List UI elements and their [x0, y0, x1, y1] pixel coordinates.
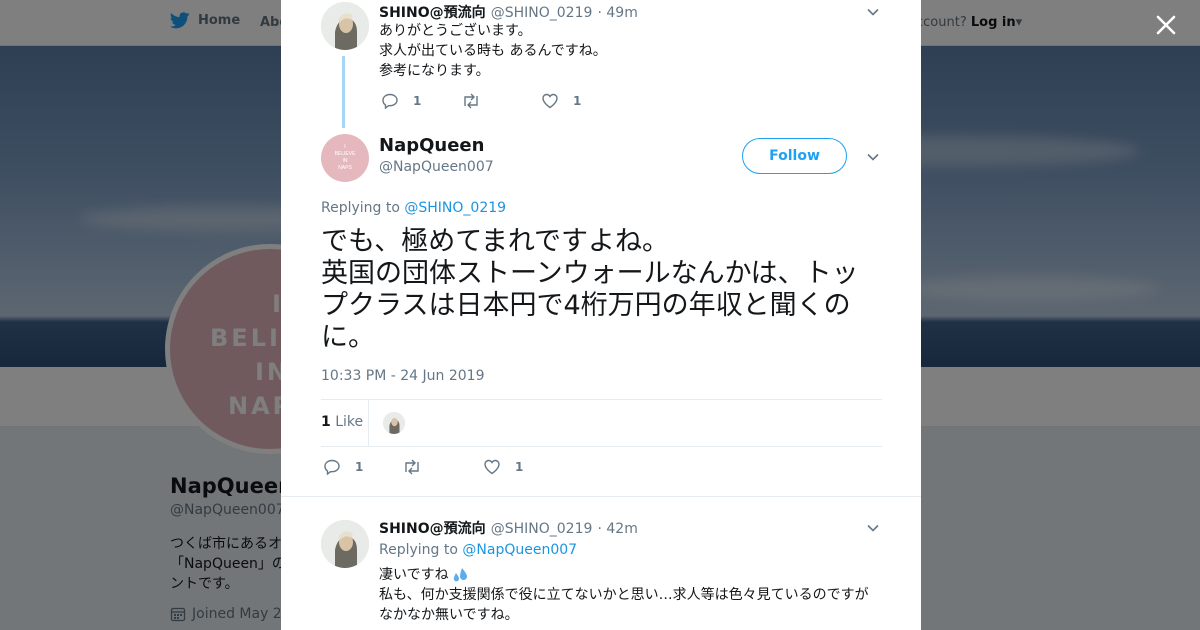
avatar-mini-text: NAPS [338, 165, 352, 171]
replying-to-link[interactable]: @SHINO_0219 [404, 200, 506, 216]
close-modal-button[interactable] [1152, 11, 1180, 39]
tweet-line: ありがとうございます。 [379, 23, 532, 39]
main-tweet-text: でも、極めてまれですよね。 英国の団体ストーンウォールなんかは、トッ プクラスは… [321, 226, 891, 354]
likes-count: 1 [321, 414, 331, 430]
tweet-stats: 1 Like [321, 399, 882, 447]
like-count: 1 [515, 460, 524, 474]
main-author-name[interactable]: NapQueen [379, 135, 484, 156]
heart-icon [484, 459, 500, 475]
chevron-down-icon[interactable] [866, 5, 880, 19]
likes-stat[interactable]: 1 Like [321, 414, 363, 430]
reply-tweet-text: 凄いですね 私も、何か支援関係で役に立てないかと思い…求人等は色々見ているのです… [379, 565, 869, 625]
replying-prefix: Replying to [321, 200, 400, 216]
reply-action[interactable]: 1 [381, 92, 421, 110]
tweet-line: 英国の団体ストーンウォールなんかは、トッ [321, 258, 859, 289]
replying-to: Replying to @SHINO_0219 [321, 200, 506, 216]
like-count: 1 [573, 94, 582, 108]
avatar-mini-text: IN [343, 158, 348, 164]
napqueen-avatar[interactable]: I BELIEVE IN NAPS [321, 134, 369, 182]
like-action[interactable]: 1 [483, 458, 523, 476]
retweet-action[interactable] [402, 458, 436, 476]
sweat-drops-emoji-icon [453, 568, 467, 582]
tweet-line: 私も、何か支援関係で役に立てないかと思い…求人等は色々見ているのですが [379, 587, 869, 603]
parent-tweet-text: ありがとうございます。 求人が出ている時も あるんですね。 参考になります。 [379, 21, 607, 81]
author-handle[interactable]: @SHINO_0219 [491, 521, 593, 537]
main-author-handle[interactable]: @NapQueen007 [379, 159, 494, 175]
retweet-icon [464, 93, 478, 109]
tweet-line: 求人が出ている時も あるんですね。 [379, 43, 607, 59]
replying-prefix: Replying to [379, 542, 458, 558]
author-handle[interactable]: @SHINO_0219 [491, 5, 593, 21]
tweet-line: なかなか無いですね。 [379, 607, 519, 623]
tweet-line: でも、極めてまれですよね。 [321, 226, 670, 257]
thread-connector-line [342, 56, 345, 128]
avatar-mini-text: I [344, 144, 345, 150]
author-name[interactable]: SHINO@預流向 [379, 5, 486, 21]
chevron-down-icon[interactable] [866, 150, 880, 164]
reply-replying-to: Replying to @NapQueen007 [379, 542, 577, 558]
tweet-time[interactable]: · 49m [598, 5, 638, 21]
reply-action[interactable]: 1 [323, 458, 363, 476]
replying-to-link[interactable]: @NapQueen007 [462, 542, 577, 558]
shino-avatar[interactable] [321, 520, 369, 568]
tweet-timestamp[interactable]: 10:33 PM - 24 Jun 2019 [321, 368, 485, 384]
liker-avatar[interactable] [383, 412, 405, 434]
retweet-icon [405, 459, 419, 475]
reply-tweet-header: SHINO@預流向 @SHINO_0219 · 42m [379, 518, 638, 538]
retweet-action[interactable] [461, 92, 495, 110]
tweet-permalink-modal: SHINO@預流向 @SHINO_0219 · 49m ありがとうございます。 … [281, 0, 921, 630]
avatar-mini-text: BELIEVE [335, 151, 357, 157]
parent-tweet-header: SHINO@預流向 @SHINO_0219 · 49m [379, 2, 638, 22]
reply-section-divider [281, 496, 921, 497]
tweet-line: 参考になります。 [379, 63, 490, 79]
author-name[interactable]: SHINO@預流向 [379, 521, 486, 537]
heart-icon [542, 93, 558, 109]
tweet-line: 凄いですね [379, 567, 449, 583]
tweet-time[interactable]: · 42m [598, 521, 638, 537]
tweet-line: に。 [321, 322, 375, 353]
reply-icon [324, 459, 340, 476]
follow-button[interactable]: Follow [742, 138, 847, 174]
stats-divider [368, 400, 369, 447]
reply-icon [382, 93, 398, 110]
likes-label: Like [335, 414, 364, 430]
close-icon [1156, 15, 1176, 35]
like-action[interactable]: 1 [541, 92, 581, 110]
chevron-down-icon[interactable] [866, 521, 880, 535]
tweet-line: プクラスは日本円で4桁万円の年収と聞くの [321, 290, 851, 321]
reply-count: 1 [413, 94, 422, 108]
reply-count: 1 [355, 460, 364, 474]
shino-avatar[interactable] [321, 2, 369, 50]
